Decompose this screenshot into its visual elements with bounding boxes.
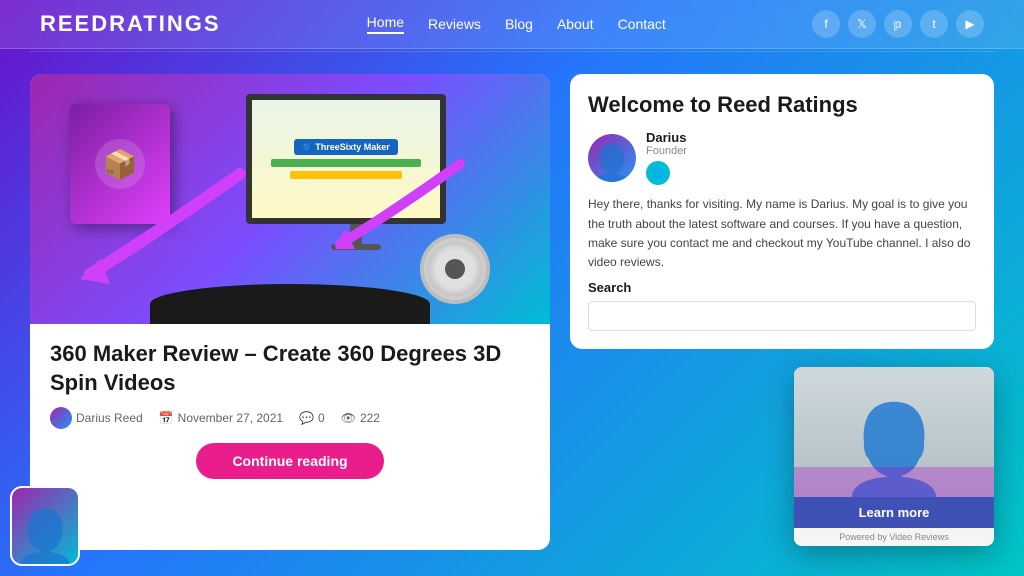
article-card: 📦 🔵 ThreeSixty Maker bbox=[30, 74, 550, 550]
comments-count: 0 bbox=[318, 411, 325, 425]
comments-meta: 💬 0 bbox=[299, 411, 325, 425]
article-date: November 27, 2021 bbox=[178, 411, 283, 425]
welcome-text: Hey there, thanks for visiting. My name … bbox=[588, 195, 976, 272]
social-icons-group: f 𝕏 𝕡 t ▶ bbox=[812, 10, 984, 38]
author-social-icon[interactable]: 🌐 bbox=[646, 161, 670, 185]
author-name-display: Darius bbox=[646, 130, 687, 145]
author-meta: Darius Reed bbox=[50, 407, 143, 429]
author-name: Darius Reed bbox=[76, 411, 143, 425]
views-count: 222 bbox=[360, 411, 380, 425]
bottom-avatar-silhouette: 👤 bbox=[13, 512, 78, 564]
continue-reading-button[interactable]: Continue reading bbox=[196, 443, 383, 479]
site-header: ReedRatings Home Reviews Blog About Cont… bbox=[0, 0, 1024, 49]
facebook-icon[interactable]: f bbox=[812, 10, 840, 38]
video-footer: Powered by Video Reviews bbox=[794, 528, 994, 546]
article-title: 360 Maker Review – Create 360 Degrees 3D… bbox=[50, 340, 530, 397]
main-nav: Home Reviews Blog About Contact bbox=[367, 14, 666, 34]
calendar-icon: 📅 bbox=[159, 411, 174, 425]
nav-home[interactable]: Home bbox=[367, 14, 404, 34]
stage-platform bbox=[150, 284, 430, 324]
welcome-card: Welcome to Reed Ratings 👤 Darius Founder… bbox=[570, 74, 994, 349]
product-box-inner: 📦 bbox=[70, 104, 170, 224]
video-popup-content: 👤 bbox=[794, 367, 994, 497]
article-body: 360 Maker Review – Create 360 Degrees 3D… bbox=[30, 324, 550, 495]
search-label: Search bbox=[588, 280, 976, 295]
nav-about[interactable]: About bbox=[557, 16, 594, 32]
threesixty-logo: 🔵 ThreeSixty Maker bbox=[294, 139, 398, 155]
article-image: 📦 🔵 ThreeSixty Maker bbox=[30, 74, 550, 324]
author-avatar: 👤 bbox=[588, 134, 636, 182]
nav-blog[interactable]: Blog bbox=[505, 16, 533, 32]
views-icon: 👁 bbox=[341, 411, 356, 425]
welcome-title: Welcome to Reed Ratings bbox=[588, 92, 976, 118]
search-input[interactable] bbox=[588, 301, 976, 331]
author-info: Darius Founder 🌐 bbox=[646, 130, 687, 185]
article-meta: Darius Reed 📅 November 27, 2021 💬 0 👁 22… bbox=[50, 407, 530, 429]
author-row: 👤 Darius Founder 🌐 bbox=[588, 130, 976, 185]
video-popup: 👤 Learn more Powered by Video Reviews bbox=[794, 367, 994, 546]
nav-reviews[interactable]: Reviews bbox=[428, 16, 481, 32]
author-avatar-small bbox=[50, 407, 72, 429]
views-meta: 👁 222 bbox=[341, 411, 380, 425]
date-meta: 📅 November 27, 2021 bbox=[159, 411, 283, 425]
arrow-decoration-2 bbox=[330, 154, 470, 254]
product-box: 📦 bbox=[70, 104, 180, 234]
site-logo: ReedRatings bbox=[40, 11, 221, 37]
author-role-display: Founder bbox=[646, 145, 687, 157]
pinterest-icon[interactable]: 𝕡 bbox=[884, 10, 912, 38]
header-divider bbox=[30, 51, 994, 52]
bottom-left-avatar: 👤 bbox=[10, 486, 80, 566]
author-silhouette: 👤 bbox=[590, 146, 635, 182]
learn-more-button[interactable]: Learn more bbox=[794, 497, 994, 528]
tumblr-icon[interactable]: t bbox=[920, 10, 948, 38]
comment-icon: 💬 bbox=[299, 411, 314, 425]
nav-contact[interactable]: Contact bbox=[618, 16, 666, 32]
twitter-icon[interactable]: 𝕏 bbox=[848, 10, 876, 38]
youtube-icon[interactable]: ▶ bbox=[956, 10, 984, 38]
article-image-inner: 📦 🔵 ThreeSixty Maker bbox=[30, 74, 550, 324]
video-overlay bbox=[794, 467, 994, 497]
